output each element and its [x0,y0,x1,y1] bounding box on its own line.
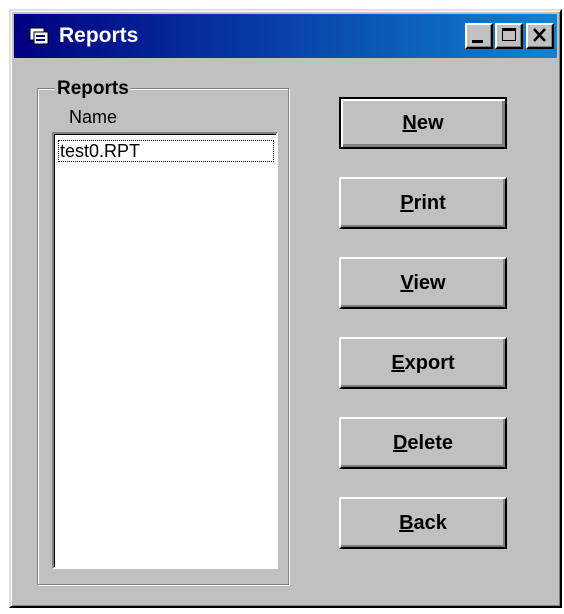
back-button[interactable]: Back [339,497,507,549]
title-bar[interactable]: Reports [14,14,557,58]
maximize-button[interactable] [495,23,523,49]
export-button[interactable]: Export [339,337,507,389]
minimize-icon [472,40,483,43]
window-title: Reports [59,24,139,47]
list-item[interactable]: test0.RPT [58,140,274,162]
delete-button[interactable]: Delete [339,417,507,469]
reports-listbox[interactable]: test0.RPT [52,132,278,569]
app-icon [29,27,49,45]
close-icon [533,28,546,42]
minimize-button[interactable] [465,23,493,49]
reports-group-label: Reports [55,78,131,100]
print-button[interactable]: Print [339,177,507,229]
close-button[interactable] [526,23,554,49]
new-button[interactable]: New [339,97,507,149]
maximize-icon [502,28,516,41]
name-column-header: Name [69,107,118,127]
view-button[interactable]: View [339,257,507,309]
